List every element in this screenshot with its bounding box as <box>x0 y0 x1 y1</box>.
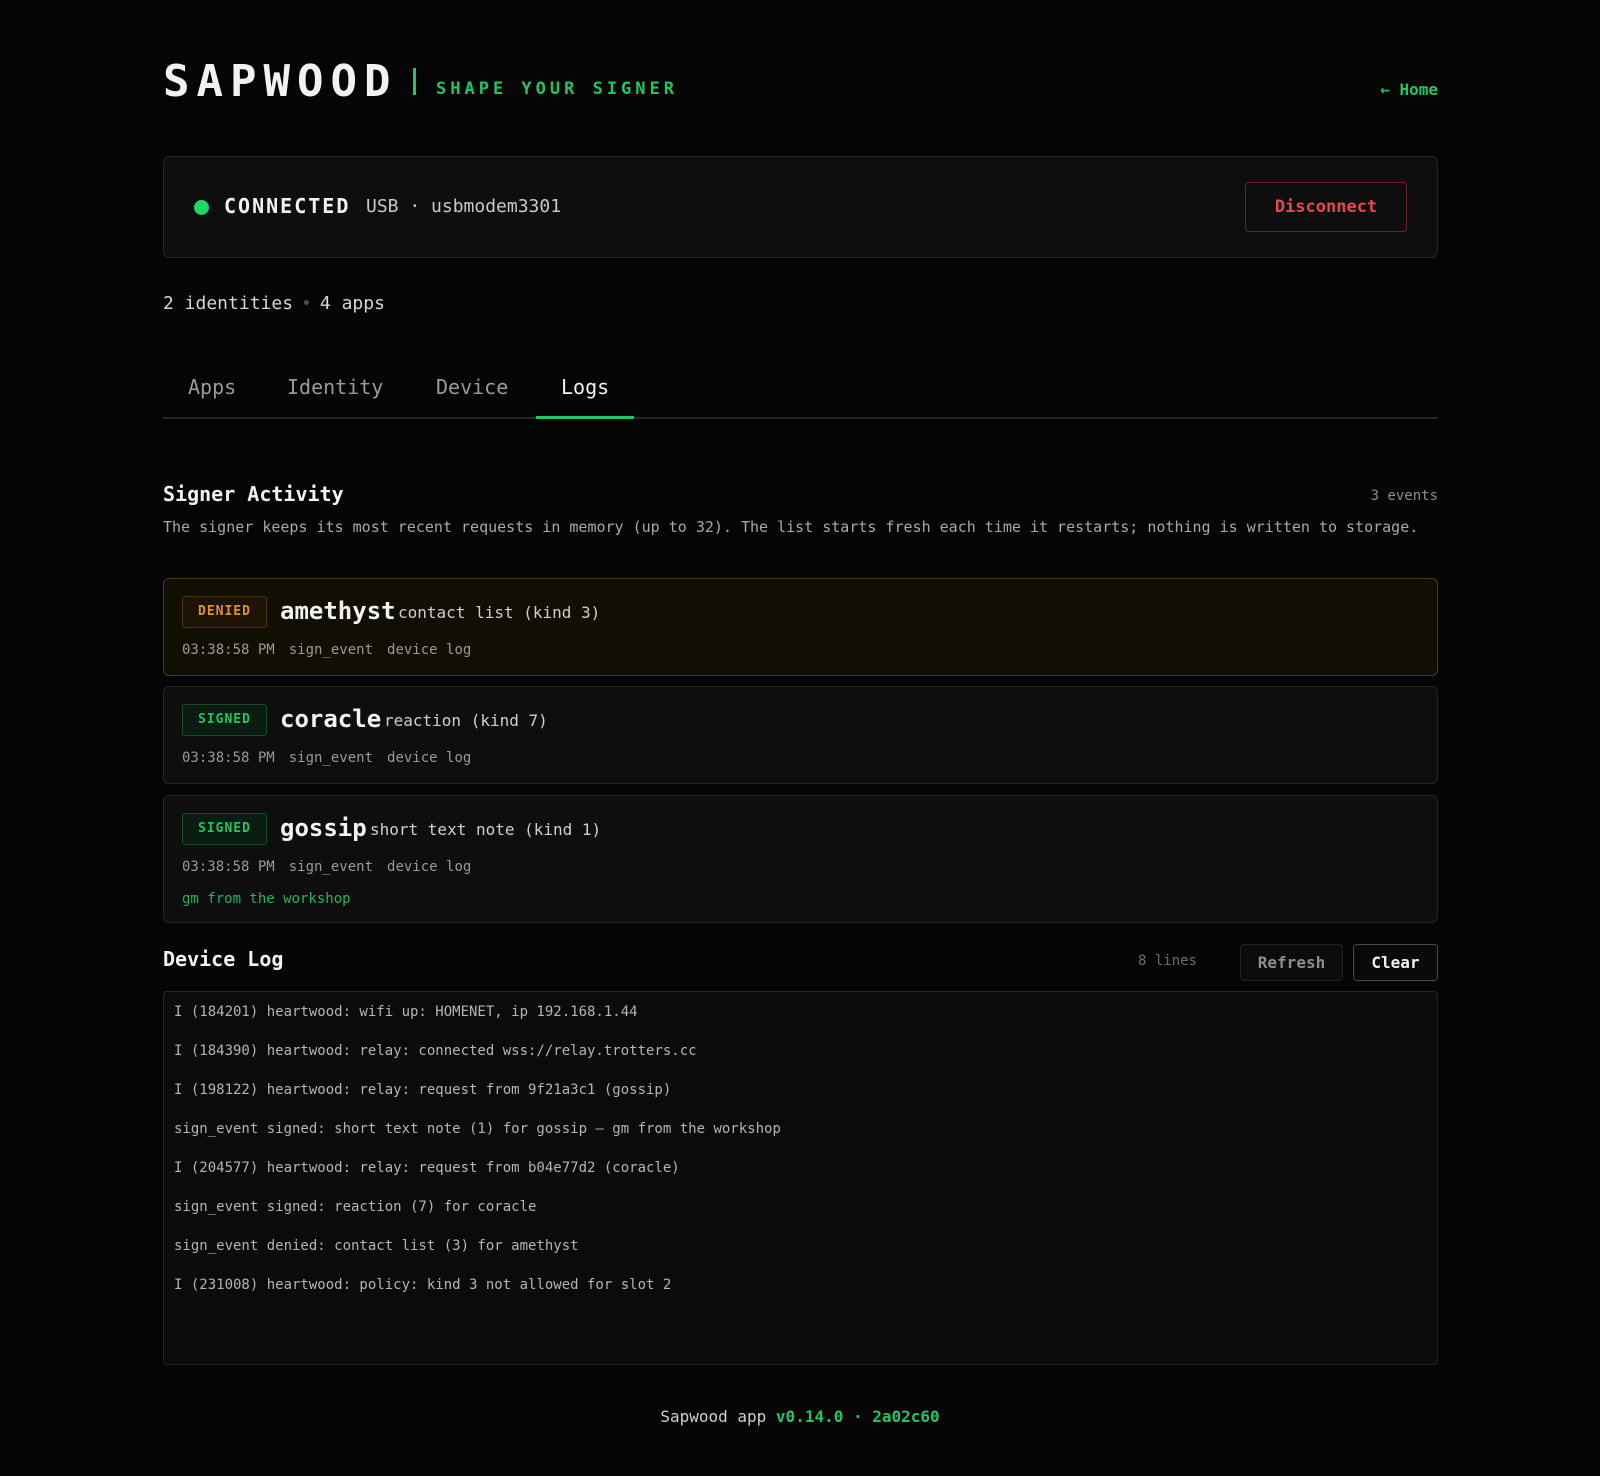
event-kind: contact list (kind 3) <box>398 603 601 622</box>
footer-app-name: Sapwood app <box>660 1407 767 1426</box>
event-meta: 03:38:58 PM sign_event device log <box>182 642 485 658</box>
device-log-output[interactable]: I (184201) heartwood: wifi up: HOMENET, … <box>163 991 1438 1365</box>
brand-divider <box>413 68 416 95</box>
tab-identity[interactable]: Identity <box>287 375 383 399</box>
event-time: 03:38:58 PM <box>182 642 275 658</box>
status-badge: SIGNED <box>182 813 267 845</box>
log-line: sign_event signed: short text note (1) f… <box>174 1121 781 1137</box>
log-line: I (204577) heartwood: relay: request fro… <box>174 1160 680 1176</box>
status-badge: DENIED <box>182 596 267 628</box>
event-time: 03:38:58 PM <box>182 750 275 766</box>
event-method: sign_event <box>288 642 374 658</box>
event-time: 03:38:58 PM <box>182 859 275 875</box>
events-count: 3 events <box>1370 488 1438 504</box>
activity-event[interactable]: DENIED amethyst contact list (kind 3) 03… <box>163 578 1438 676</box>
log-line-count: 8 lines <box>1137 953 1197 969</box>
apps-count: 4 apps <box>319 293 385 314</box>
event-method: sign_event <box>288 859 374 875</box>
event-method: sign_event <box>288 750 374 766</box>
tab-bar: Apps Identity Device Logs <box>163 365 1438 419</box>
tab-apps[interactable]: Apps <box>188 375 236 399</box>
activity-event[interactable]: SIGNED coracle reaction (kind 7) 03:38:5… <box>163 686 1438 784</box>
event-app-name: coracle <box>280 705 382 733</box>
footer: Sapwood app v0.14.0 · 2a02c60 <box>0 1407 1600 1426</box>
footer-version: v0.14.0 · 2a02c60 <box>775 1407 940 1426</box>
log-line: I (184390) heartwood: relay: connected w… <box>174 1043 697 1059</box>
disconnect-button[interactable]: Disconnect <box>1245 182 1407 232</box>
event-meta: 03:38:58 PM sign_event device log <box>182 859 485 875</box>
log-line: I (198122) heartwood: relay: request fro… <box>174 1082 672 1098</box>
log-line: I (184201) heartwood: wifi up: HOMENET, … <box>174 1004 638 1020</box>
signer-activity-title: Signer Activity <box>163 482 344 506</box>
event-source: device log <box>387 642 472 658</box>
separator-dot: • <box>301 293 312 314</box>
brand-logo: SAPWOOD <box>163 56 398 107</box>
device-log-title: Device Log <box>163 947 284 971</box>
event-kind: short text note (kind 1) <box>370 820 602 839</box>
tab-device[interactable]: Device <box>436 375 508 399</box>
clear-button[interactable]: Clear <box>1353 944 1438 981</box>
event-source: device log <box>387 750 472 766</box>
tagline: SHAPE YOUR SIGNER <box>436 79 678 99</box>
event-app-name: gossip <box>280 814 367 842</box>
identities-count: 2 identities <box>163 293 294 314</box>
active-tab-indicator <box>536 416 634 419</box>
home-link[interactable]: ← Home <box>1380 80 1438 99</box>
activity-event[interactable]: SIGNED gossip short text note (kind 1) 0… <box>163 795 1438 923</box>
log-line: sign_event denied: contact list (3) for … <box>174 1238 579 1254</box>
log-line: I (231008) heartwood: policy: kind 3 not… <box>174 1277 672 1293</box>
event-kind: reaction (kind 7) <box>384 711 548 730</box>
event-meta: 03:38:58 PM sign_event device log <box>182 750 485 766</box>
status-badge: SIGNED <box>182 704 267 736</box>
log-line: sign_event signed: reaction (7) for cora… <box>174 1199 537 1215</box>
tab-logs[interactable]: Logs <box>561 375 609 399</box>
status-dot-icon <box>194 200 209 215</box>
connection-status: CONNECTED <box>224 194 351 218</box>
refresh-button[interactable]: Refresh <box>1240 944 1343 981</box>
summary-counts: 2 identities • 4 apps <box>163 293 385 314</box>
header: SAPWOOD SHAPE YOUR SIGNER ← Home <box>163 52 1438 112</box>
event-app-name: amethyst <box>280 597 396 625</box>
event-content: gm from the workshop <box>182 891 351 907</box>
signer-activity-description: The signer keeps its most recent request… <box>163 518 1419 536</box>
connection-card: CONNECTED USB · usbmodem3301 Disconnect <box>163 156 1438 258</box>
event-source: device log <box>387 859 472 875</box>
page: SAPWOOD SHAPE YOUR SIGNER ← Home CONNECT… <box>0 0 1600 1476</box>
connection-detail: USB · usbmodem3301 <box>366 196 562 217</box>
